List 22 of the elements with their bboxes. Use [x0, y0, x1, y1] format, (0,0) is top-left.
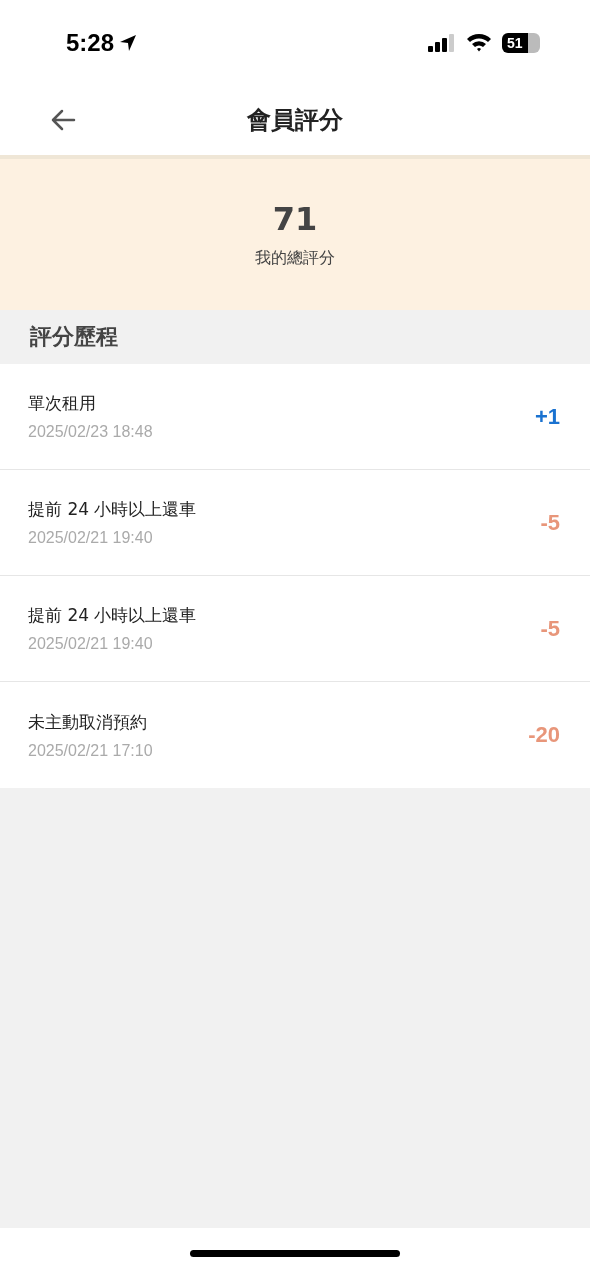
record-title: 未主動取消預約 — [28, 710, 148, 734]
points-change: +1 — [534, 403, 560, 430]
points-change: -5 — [540, 509, 560, 536]
location-arrow-icon — [118, 32, 139, 53]
wifi-icon — [466, 33, 492, 52]
signal-icon — [428, 33, 456, 52]
record-title: 提前 24 小時以上還車 — [28, 498, 197, 521]
battery-icon: 51 — [502, 32, 540, 53]
record-date: 2025/02/21 17:10 — [28, 741, 153, 760]
page-title: 會員評分 — [247, 105, 343, 136]
score-label: 我的總評分 — [255, 248, 335, 269]
record-date: 2025/02/21 19:40 — [28, 635, 154, 653]
total-score: 71 — [272, 200, 318, 238]
back-arrow-icon[interactable] — [50, 109, 76, 131]
record-date: 2025/02/23 18:48 — [28, 423, 153, 441]
record-date: 2025/02/21 19:40 — [28, 529, 154, 547]
points-change: -20 — [528, 722, 560, 748]
record-title: 單次租用 — [28, 392, 97, 415]
status-time: 5:28 — [66, 28, 115, 57]
points-change: -5 — [540, 615, 560, 642]
record-title: 提前 24 小時以上還車 — [28, 604, 197, 627]
section-title: 評分歷程 — [30, 323, 118, 351]
